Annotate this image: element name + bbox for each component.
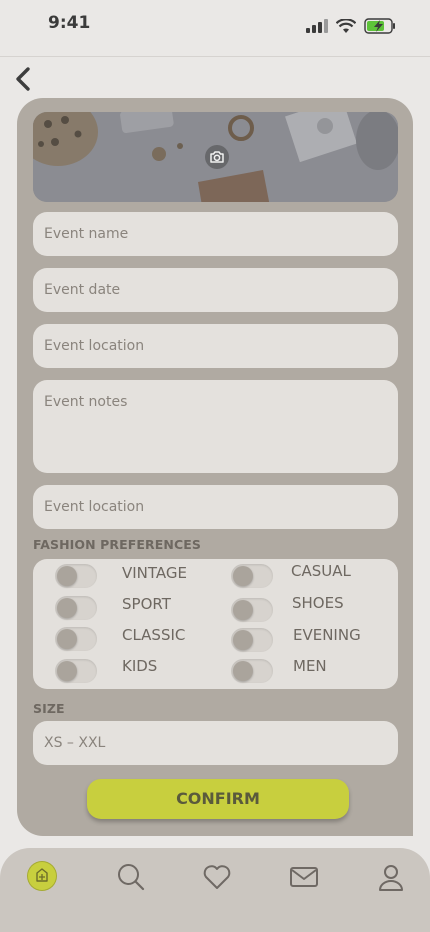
size-field[interactable]: XS – XXL xyxy=(33,721,398,765)
toggle-knob xyxy=(57,566,77,586)
vintage-toggle[interactable] xyxy=(55,564,97,588)
status-bar: 9:41 xyxy=(0,0,430,56)
heart-icon[interactable] xyxy=(202,862,232,892)
size-title: SIZE xyxy=(33,701,65,716)
toggle-knob xyxy=(57,598,77,618)
toggle-knob xyxy=(57,629,77,649)
nav-home[interactable] xyxy=(28,862,56,890)
event-notes-field[interactable]: Event notes xyxy=(33,380,398,473)
kids-toggle[interactable] xyxy=(55,659,97,683)
home-icon xyxy=(36,868,48,882)
camera-icon xyxy=(210,151,224,163)
confirm-button[interactable]: CONFIRM xyxy=(87,779,349,819)
event-form-card: Event name Event date Event location Eve… xyxy=(17,98,413,836)
evening-toggle[interactable] xyxy=(231,628,273,652)
size-placeholder: XS – XXL xyxy=(44,735,106,751)
signal-icon xyxy=(306,19,328,33)
toggle-knob xyxy=(233,600,253,620)
wifi-icon xyxy=(336,18,356,33)
pref-label-vintage: VINTAGE xyxy=(122,564,188,582)
pref-label-kids: KIDS xyxy=(122,657,158,675)
event-notes-placeholder: Event notes xyxy=(44,394,128,410)
shoes-toggle[interactable] xyxy=(231,598,273,622)
pref-label-men: MEN xyxy=(293,657,327,675)
toggle-knob xyxy=(233,566,253,586)
event-name-placeholder: Event name xyxy=(44,226,129,242)
battery-icon xyxy=(364,18,395,34)
men-toggle[interactable] xyxy=(231,659,273,683)
pref-label-shoes: SHOES xyxy=(292,594,344,612)
classic-toggle[interactable] xyxy=(55,627,97,651)
event-location-placeholder: Event location xyxy=(44,338,145,354)
pref-label-sport: SPORT xyxy=(122,595,171,613)
bottom-nav xyxy=(0,848,430,932)
pref-label-classic: CLASSIC xyxy=(122,626,186,644)
event-date-placeholder: Event date xyxy=(44,282,121,298)
profile-icon[interactable] xyxy=(376,862,406,892)
event-location-2-placeholder: Event location xyxy=(44,499,145,515)
header-divider xyxy=(0,56,430,57)
casual-toggle[interactable] xyxy=(231,564,273,588)
status-time: 9:41 xyxy=(48,13,91,33)
search-icon[interactable] xyxy=(116,862,146,892)
back-chevron-icon[interactable] xyxy=(12,66,34,92)
cover-image[interactable] xyxy=(33,112,398,202)
event-location-2-field[interactable]: Event location xyxy=(33,485,398,529)
event-date-field[interactable]: Event date xyxy=(33,268,398,312)
toggle-knob xyxy=(233,661,253,681)
mail-icon[interactable] xyxy=(289,862,319,892)
toggle-knob xyxy=(233,630,253,650)
event-name-field[interactable]: Event name xyxy=(33,212,398,256)
pref-label-casual: CASUAL xyxy=(291,562,351,580)
toggle-knob xyxy=(57,661,77,681)
event-location-field[interactable]: Event location xyxy=(33,324,398,368)
status-icons xyxy=(306,18,396,34)
pref-label-evening: EVENING xyxy=(293,626,361,644)
sport-toggle[interactable] xyxy=(55,596,97,620)
fashion-preferences-box: VINTAGE CASUAL SPORT SHOES CLASSIC EVENI… xyxy=(33,559,398,689)
fashion-preferences-title: FASHION PREFERENCES xyxy=(33,537,201,552)
camera-button[interactable] xyxy=(205,145,229,169)
